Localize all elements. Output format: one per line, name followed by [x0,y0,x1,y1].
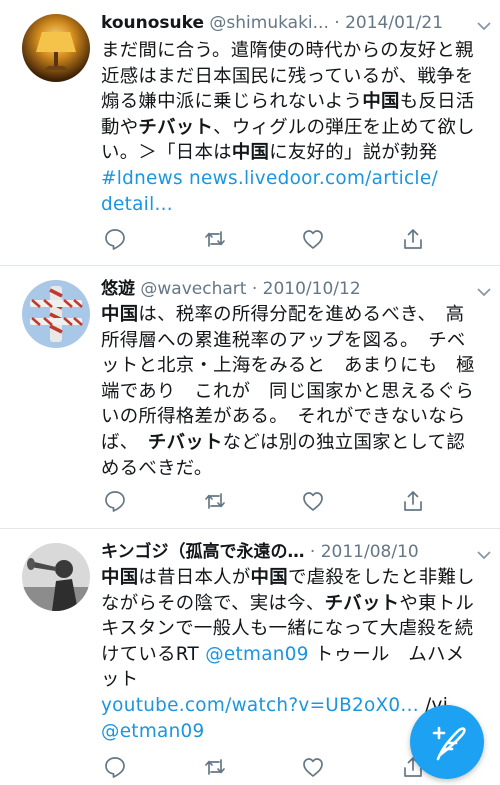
highlight-keyword: チバット [138,116,214,138]
chevron-down-icon[interactable] [476,282,492,301]
retweet-icon[interactable] [203,227,227,251]
tweet-header: kounosuke @shimukaki... · 2014/01/21 [101,10,488,36]
username[interactable]: @shimukaki... [209,13,328,33]
tweet-date[interactable]: 2010/10/12 [263,279,361,299]
separator-dot: · [334,13,340,33]
reply-icon[interactable] [103,755,127,779]
tweet-2[interactable]: 悠遊 @wavechart · 2010/10/12 中国は、税率の所得分配を進… [0,266,500,528]
highlight-keyword: 中国 [101,567,139,588]
reply-icon[interactable] [103,489,127,513]
display-name[interactable]: kounosuke [101,13,204,33]
share-icon[interactable] [401,227,425,251]
highlight-keyword: 中国 [231,142,270,164]
tweet-actions [103,755,433,779]
hashtag-link[interactable]: #ldnews [101,168,183,189]
chevron-down-icon[interactable] [476,16,492,35]
username[interactable]: @wavechart [140,279,246,299]
url-link-continued[interactable]: detail... [101,194,173,215]
tweet-date[interactable]: 2014/01/21 [345,13,443,33]
tweet-text: まだ間に合う。遣隋使の時代からの友好と親近感はまだ日本国民に残っているが、戦争を… [101,40,475,215]
mention-link[interactable]: @etman09 [205,644,309,665]
tweet-actions [103,489,433,513]
heart-icon[interactable] [301,755,325,779]
biplane-avatar-icon [22,280,90,348]
highlight-keyword: チバット [147,431,223,453]
reply-icon[interactable] [103,227,127,251]
lamp-avatar-icon [22,14,90,82]
heart-icon[interactable] [301,227,325,251]
url-link[interactable]: youtube.com/watch?v=UB2oX0... [101,695,419,716]
display-name[interactable]: 悠遊 [101,279,135,299]
highlight-keyword: 中国 [250,567,288,588]
tweet-date[interactable]: 2011/08/10 [321,542,419,562]
separator-dot: · [251,279,258,299]
chevron-down-icon[interactable] [476,545,492,564]
url-link[interactable]: news.livedoor.com/article/ [189,168,438,189]
avatar[interactable] [22,543,90,611]
tweet-1[interactable]: kounosuke @shimukaki... · 2014/01/21 まだ間… [0,0,500,265]
tweet-header: キンゴジ（孤高で永遠の… · 2011/08/10 [101,539,488,565]
heart-icon[interactable] [301,489,325,513]
compose-tweet-button[interactable] [410,705,484,779]
retweet-icon[interactable] [203,489,227,513]
tweet-header: 悠遊 @wavechart · 2010/10/12 [101,276,488,302]
compose-tweet-icon [432,726,466,761]
highlight-keyword: チバット [324,592,400,614]
display-name[interactable]: キンゴジ（孤高で永遠の… [101,542,305,562]
retweet-icon[interactable] [203,755,227,779]
bugler-avatar-icon [22,543,90,611]
highlight-keyword: 中国 [362,91,400,113]
separator-dot: · [309,542,316,562]
tweet-text: 中国は、税率の所得分配を進めるべき、 高所得層への累進税率のアップを図る。 チベ… [101,304,475,479]
avatar[interactable] [22,280,90,348]
highlight-keyword: 中国 [101,304,139,325]
avatar[interactable] [22,14,90,82]
share-icon[interactable] [401,489,425,513]
mention-link[interactable]: @etman09 [101,721,205,742]
tweet-actions [103,227,433,251]
